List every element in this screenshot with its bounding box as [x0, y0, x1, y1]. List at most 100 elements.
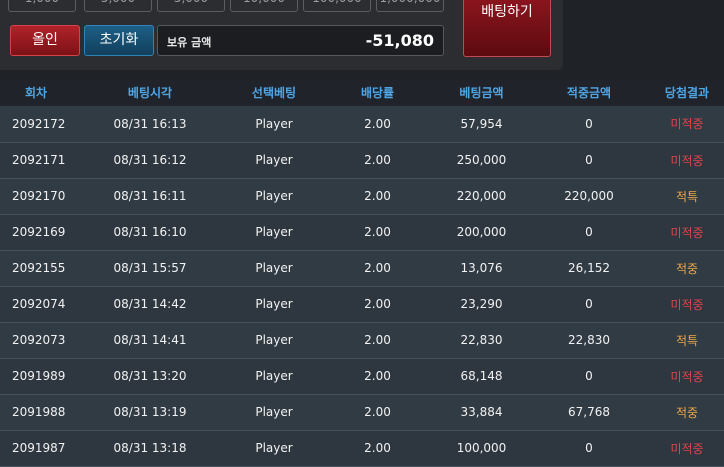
bet-time-cell: 08/31 13:20 [72, 358, 228, 395]
round-cell: 2092170 [0, 178, 72, 215]
payout-cell: 0 [528, 358, 650, 395]
odds-cell: 2.00 [320, 250, 435, 287]
result-cell: 적중 [650, 394, 724, 431]
result-cell: 미적중 [650, 214, 724, 251]
column-header-bet-amount: 베팅금액 [459, 85, 504, 100]
round-cell: 2091987 [0, 430, 72, 467]
payout-cell: 22,830 [528, 322, 650, 359]
bet-control-panel: 1,000 5,000 5,000 10,000 100,000 1,000,0… [0, 0, 563, 70]
result-cell: 미적중 [650, 430, 724, 467]
round-cell: 2092171 [0, 142, 72, 179]
result-cell: 미적중 [650, 286, 724, 323]
bet-time-cell: 08/31 16:13 [72, 106, 228, 143]
pick-cell: Player [228, 250, 320, 287]
odds-cell: 2.00 [320, 142, 435, 179]
round-cell: 2092172 [0, 106, 72, 143]
odds-cell: 2.00 [320, 178, 435, 215]
bet-history-table: 회차 베팅시각 선택베팅 배당률 베팅금액 적중금액 당첨결과 2092172 0… [0, 78, 724, 467]
bet-amount-cell: 33,884 [435, 394, 528, 431]
result-cell: 적중 [650, 250, 724, 287]
result-cell: 적특 [650, 322, 724, 359]
column-header-round: 회차 [24, 85, 48, 100]
pick-cell: Player [228, 358, 320, 395]
round-cell: 2091988 [0, 394, 72, 431]
payout-cell: 0 [528, 214, 650, 251]
pick-cell: Player [228, 322, 320, 359]
balance-label: 보유 금액 [167, 36, 212, 49]
result-cell: 미적중 [650, 358, 724, 395]
round-cell: 2092074 [0, 286, 72, 323]
table-row: 2091989 08/31 13:20 Player 2.00 68,148 0 미적중 [0, 358, 724, 395]
pick-cell: Player [228, 214, 320, 251]
chip-button[interactable]: 1,000,000 [376, 0, 444, 12]
payout-cell: 220,000 [528, 178, 650, 215]
chip-button[interactable]: 10,000 [230, 0, 298, 12]
round-cell: 2091989 [0, 358, 72, 395]
bet-time-cell: 08/31 15:57 [72, 250, 228, 287]
round-cell: 2092169 [0, 214, 72, 251]
pick-cell: Player [228, 178, 320, 215]
payout-cell: 0 [528, 286, 650, 323]
payout-cell: 0 [528, 106, 650, 143]
bet-amount-cell: 100,000 [435, 430, 528, 467]
pick-cell: Player [228, 142, 320, 179]
bet-amount-cell: 250,000 [435, 142, 528, 179]
odds-cell: 2.00 [320, 394, 435, 431]
payout-cell: 0 [528, 430, 650, 467]
odds-cell: 2.00 [320, 430, 435, 467]
round-cell: 2092073 [0, 322, 72, 359]
table-row: 2091988 08/31 13:19 Player 2.00 33,884 67,768… [0, 394, 724, 431]
bet-time-cell: 08/31 16:10 [72, 214, 228, 251]
table-row: 2092155 08/31 15:57 Player 2.00 13,076 26,152… [0, 250, 724, 287]
bet-amount-cell: 23,290 [435, 286, 528, 323]
bet-time-cell: 08/31 16:12 [72, 142, 228, 179]
payout-cell: 26,152 [528, 250, 650, 287]
column-header-bet-time: 베팅시각 [127, 85, 173, 100]
column-header-odds: 배당률 [360, 85, 395, 100]
odds-cell: 2.00 [320, 214, 435, 251]
result-cell: 미적중 [650, 106, 724, 143]
pick-cell: Player [228, 430, 320, 467]
bet-time-cell: 08/31 14:42 [72, 286, 228, 323]
chip-button[interactable]: 1,000 [8, 0, 76, 12]
odds-cell: 2.00 [320, 322, 435, 359]
bet-amount-cell: 22,830 [435, 322, 528, 359]
bet-amount-cell: 13,076 [435, 250, 528, 287]
chip-button[interactable]: 100,000 [303, 0, 371, 12]
odds-cell: 2.00 [320, 106, 435, 143]
table-row: 2092171 08/31 16:12 Player 2.00 250,000 0 미적중 [0, 142, 724, 179]
table-row: 2092074 08/31 14:42 Player 2.00 23,290 0 미적중 [0, 286, 724, 323]
balance-value: -51,080 [365, 31, 434, 50]
payout-cell: 67,768 [528, 394, 650, 431]
table-row: 2092172 08/31 16:13 Player 2.00 57,954 0 미적중 [0, 106, 724, 143]
bet-amount-cell: 57,954 [435, 106, 528, 143]
bet-amount-cell: 220,000 [435, 178, 528, 215]
chip-button[interactable]: 5,000 [157, 0, 225, 12]
table-header-row: 회차 베팅시각 선택베팅 배당률 베팅금액 적중금액 당첨결과 [0, 78, 724, 106]
chip-button[interactable]: 5,000 [84, 0, 152, 12]
result-cell: 미적중 [650, 142, 724, 179]
reset-button[interactable]: 초기화 [84, 25, 154, 56]
round-cell: 2092155 [0, 250, 72, 287]
bet-time-cell: 08/31 13:19 [72, 394, 228, 431]
odds-cell: 2.00 [320, 358, 435, 395]
table-row: 2092169 08/31 16:10 Player 2.00 200,000 0 미적중 [0, 214, 724, 251]
column-header-payout: 적중금액 [566, 85, 612, 100]
payout-cell: 0 [528, 142, 650, 179]
bet-time-cell: 08/31 14:41 [72, 322, 228, 359]
place-bet-button[interactable]: 배팅하기 [463, 0, 551, 57]
pick-cell: Player [228, 394, 320, 431]
pick-cell: Player [228, 106, 320, 143]
all-in-button[interactable]: 올인 [10, 25, 80, 56]
bet-amount-cell: 200,000 [435, 214, 528, 251]
pick-cell: Player [228, 286, 320, 323]
table-row: 2092170 08/31 16:11 Player 2.00 220,000 220,0… [0, 178, 724, 215]
bet-amount-cell: 68,148 [435, 358, 528, 395]
result-cell: 적특 [650, 178, 724, 215]
column-header-pick: 선택베팅 [251, 85, 297, 100]
table-row: 2092073 08/31 14:41 Player 2.00 22,830 22,830… [0, 322, 724, 359]
column-header-result: 당첨결과 [664, 85, 710, 100]
table-row: 2091987 08/31 13:18 Player 2.00 100,000 0 미적중 [0, 430, 724, 467]
balance-display: 보유 금액 -51,080 [157, 25, 444, 56]
bet-time-cell: 08/31 13:18 [72, 430, 228, 467]
